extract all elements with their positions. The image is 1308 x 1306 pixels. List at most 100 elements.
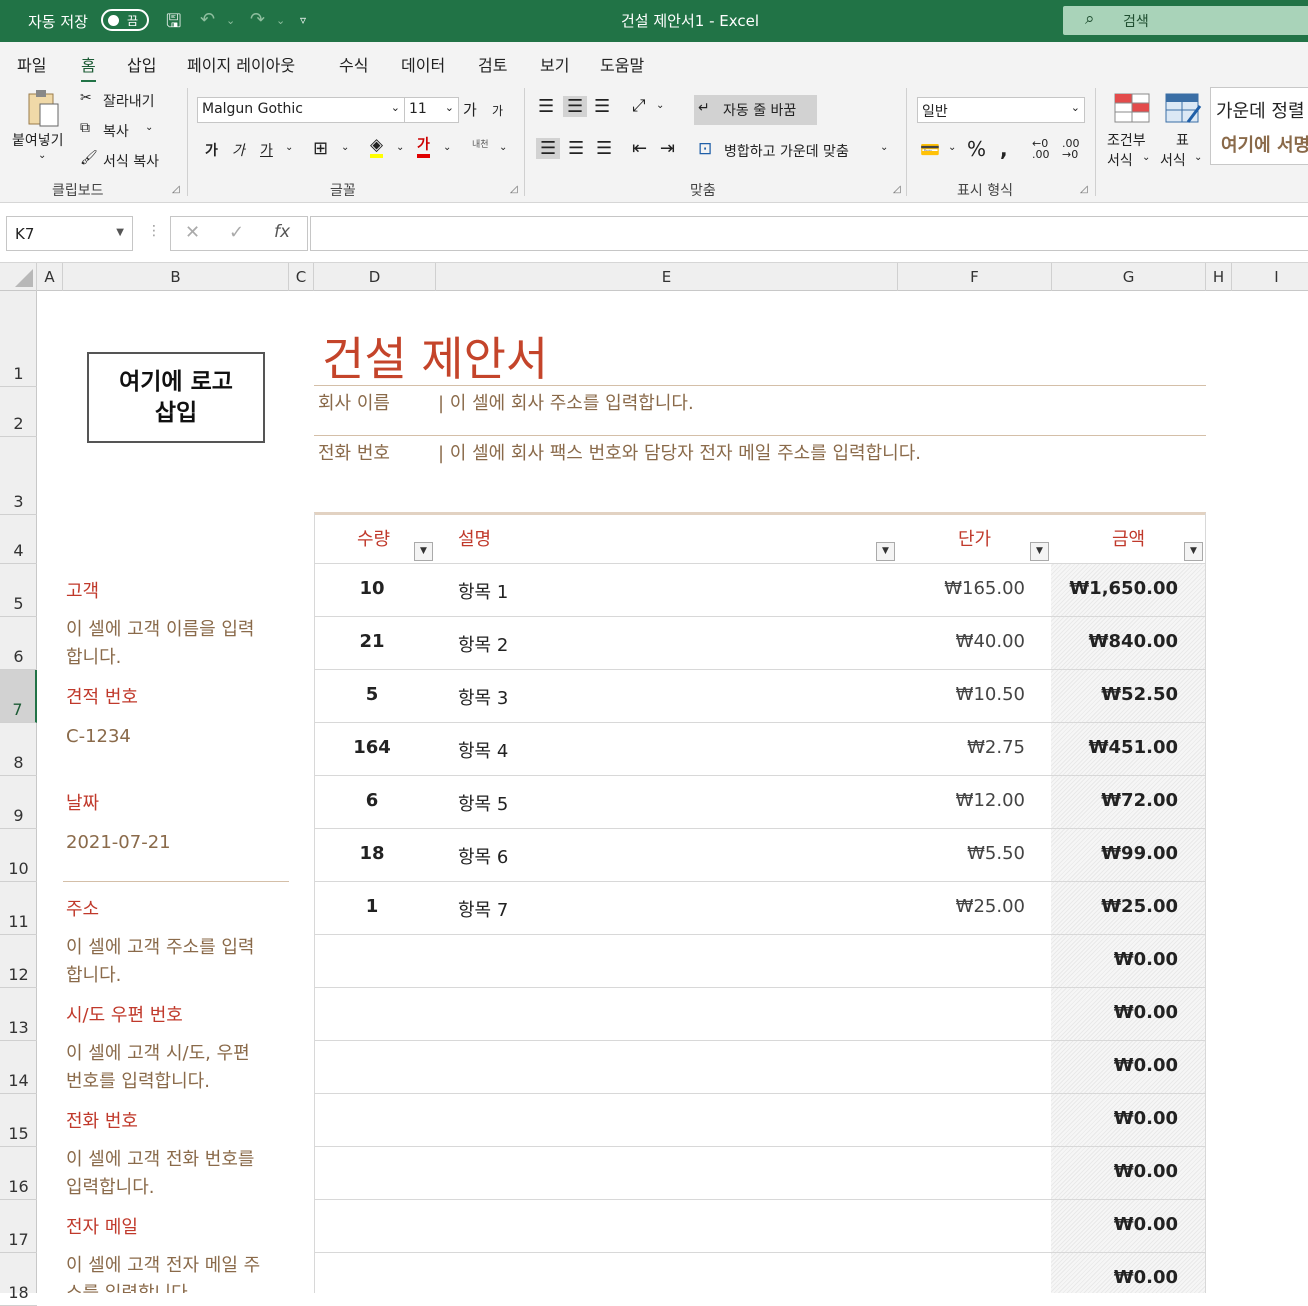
currency-dropdown-icon[interactable]: ⌄ <box>948 142 956 153</box>
address-value-1[interactable]: 이 셀에 고객 주소를 입력 <box>66 934 255 962</box>
italic-button[interactable]: 가 <box>232 140 245 160</box>
column-header-i[interactable]: I <box>1232 263 1308 291</box>
cell-amount[interactable]: ₩840.00 <box>1018 631 1178 652</box>
borders-icon[interactable]: ⊞ <box>313 138 328 159</box>
align-top-icon[interactable]: ☰ <box>538 96 554 117</box>
date-value[interactable]: 2021-07-21 <box>66 829 171 857</box>
font-size-select[interactable]: 11 ⌄ <box>404 97 459 123</box>
search-box[interactable]: ⌕ 검색 <box>1063 6 1308 35</box>
cell-description[interactable]: 항목 3 <box>458 684 508 710</box>
row-header[interactable]: 3 <box>0 437 37 515</box>
row-header[interactable]: 14 <box>0 1041 37 1094</box>
date-label[interactable]: 날짜 <box>66 789 99 815</box>
conditional-formatting-label-2[interactable]: 서식 <box>1107 150 1133 170</box>
tab-file[interactable]: 파일 <box>17 52 46 76</box>
column-header-a[interactable]: A <box>37 263 63 291</box>
row-header[interactable]: 2 <box>0 387 37 437</box>
cell-amount[interactable]: ₩0.00 <box>1018 1267 1178 1288</box>
format-as-table-label-2[interactable]: 서식 <box>1160 150 1186 170</box>
page-title[interactable]: 건설 제안서 <box>322 323 548 389</box>
fill-color-dropdown-icon[interactable]: ⌄ <box>396 142 404 153</box>
cell-amount[interactable]: ₩25.00 <box>1018 896 1178 917</box>
customer-phone-value-1[interactable]: 이 셀에 고객 전화 번호를 <box>66 1146 255 1174</box>
row-header[interactable]: 15 <box>0 1094 37 1147</box>
cell-styles-gallery[interactable]: 가운데 정렬 여기에 서명 <box>1210 87 1308 165</box>
filter-dropdown-icon[interactable]: ▼ <box>1030 542 1049 561</box>
merge-center-label[interactable]: 병합하고 가운데 맞춤 <box>724 141 849 161</box>
underline-button[interactable]: 가 <box>260 140 273 160</box>
align-left-icon[interactable]: ☰ <box>536 138 561 159</box>
font-name-select[interactable]: Malgun Gothic ⌄ <box>197 97 405 123</box>
cell-amount[interactable]: ₩0.00 <box>1018 1108 1178 1129</box>
align-middle-icon[interactable]: ☰ <box>563 96 588 117</box>
company-name-label[interactable]: 회사 이름 <box>318 389 390 415</box>
format-as-table-icon[interactable] <box>1164 92 1202 126</box>
tab-home[interactable]: 홈 <box>81 52 96 83</box>
borders-dropdown-icon[interactable]: ⌄ <box>341 142 349 153</box>
cell-amount[interactable]: ₩1,650.00 <box>1018 578 1178 599</box>
cancel-icon[interactable]: ✕ <box>185 222 200 243</box>
cell-qty[interactable]: 21 <box>332 631 412 652</box>
filter-dropdown-icon[interactable]: ▼ <box>1184 542 1203 561</box>
email-value-1[interactable]: 이 셀에 고객 전자 메일 주 <box>66 1252 260 1280</box>
cell-qty[interactable]: 6 <box>332 790 412 811</box>
worksheet[interactable]: 여기에 로고 삽입 건설 제안서 회사 이름 | 이 셀에 회사 주소를 입력합… <box>37 291 1308 1293</box>
tab-help[interactable]: 도움말 <box>600 52 644 76</box>
font-launcher-icon[interactable]: ◿ <box>510 184 518 195</box>
cell-amount[interactable]: ₩52.50 <box>1018 684 1178 705</box>
city-zip-label[interactable]: 시/도 우편 번호 <box>66 1001 183 1027</box>
row-header[interactable]: 6 <box>0 617 37 670</box>
tab-page-layout[interactable]: 페이지 레이아웃 <box>187 52 295 76</box>
cell-unit-price[interactable]: ₩165.00 <box>865 578 1025 599</box>
align-right-icon[interactable]: ☰ <box>596 138 612 159</box>
column-header-b[interactable]: B <box>63 263 289 291</box>
column-header-e[interactable]: E <box>436 263 898 291</box>
cell-unit-price[interactable]: ₩10.50 <box>865 684 1025 705</box>
cell-amount[interactable]: ₩0.00 <box>1018 1214 1178 1235</box>
merge-center-icon[interactable]: ⊡ <box>698 139 712 159</box>
clipboard-launcher-icon[interactable]: ◿ <box>172 184 180 195</box>
row-header[interactable]: 8 <box>0 723 37 776</box>
cell-qty[interactable]: 1 <box>332 896 412 917</box>
cell-description[interactable]: 항목 6 <box>458 843 508 869</box>
row-header[interactable]: 11 <box>0 882 37 935</box>
copy-icon[interactable]: ⧉ <box>80 120 90 136</box>
paste-dropdown-icon[interactable]: ⌄ <box>38 150 46 161</box>
phonetic-button[interactable]: 내천 <box>472 137 489 150</box>
grow-font-button[interactable]: 가 <box>463 99 477 120</box>
style-signature[interactable]: 여기에 서명 <box>1221 131 1308 157</box>
shrink-font-button[interactable]: 가 <box>492 102 503 119</box>
address-label[interactable]: 주소 <box>66 895 99 921</box>
underline-dropdown-icon[interactable]: ⌄ <box>285 142 293 153</box>
bold-button[interactable]: 가 <box>205 140 218 160</box>
customer-value-1[interactable]: 이 셀에 고객 이름을 입력 <box>66 616 255 644</box>
conditional-formatting-icon[interactable] <box>1113 92 1151 124</box>
customer-value-2[interactable]: 합니다. <box>66 644 121 672</box>
cell-description[interactable]: 항목 2 <box>458 631 508 657</box>
column-header-c[interactable]: C <box>289 263 314 291</box>
row-header[interactable]: 17 <box>0 1200 37 1253</box>
cell-qty[interactable]: 18 <box>332 843 412 864</box>
phonetic-dropdown-icon[interactable]: ⌄ <box>499 142 507 153</box>
conditional-dropdown-icon[interactable]: ⌄ <box>1142 152 1150 163</box>
cell-description[interactable]: 항목 7 <box>458 896 508 922</box>
cell-amount[interactable]: ₩0.00 <box>1018 1002 1178 1023</box>
row-header[interactable]: 10 <box>0 829 37 882</box>
city-zip-value-2[interactable]: 번호를 입력합니다. <box>66 1068 210 1096</box>
header-qty[interactable]: 수량 <box>357 525 390 551</box>
header-amount[interactable]: 금액 <box>1112 525 1145 551</box>
cell-description[interactable]: 항목 1 <box>458 578 508 604</box>
cell-amount[interactable]: ₩99.00 <box>1018 843 1178 864</box>
company-phone-label[interactable]: 전화 번호 <box>318 439 390 465</box>
cut-icon[interactable]: ✂ <box>80 90 92 106</box>
logo-placeholder[interactable]: 여기에 로고 삽입 <box>87 352 265 443</box>
decrease-indent-icon[interactable]: ⇤ <box>632 138 647 159</box>
column-header-h[interactable]: H <box>1206 263 1232 291</box>
quote-number-label[interactable]: 견적 번호 <box>66 683 138 709</box>
paste-label[interactable]: 붙여넣기 <box>12 130 64 150</box>
formula-input[interactable] <box>310 216 1308 251</box>
row-header[interactable]: 12 <box>0 935 37 988</box>
tab-formulas[interactable]: 수식 <box>339 52 368 76</box>
row-header[interactable]: 1 <box>0 291 37 387</box>
column-header-f[interactable]: F <box>898 263 1052 291</box>
